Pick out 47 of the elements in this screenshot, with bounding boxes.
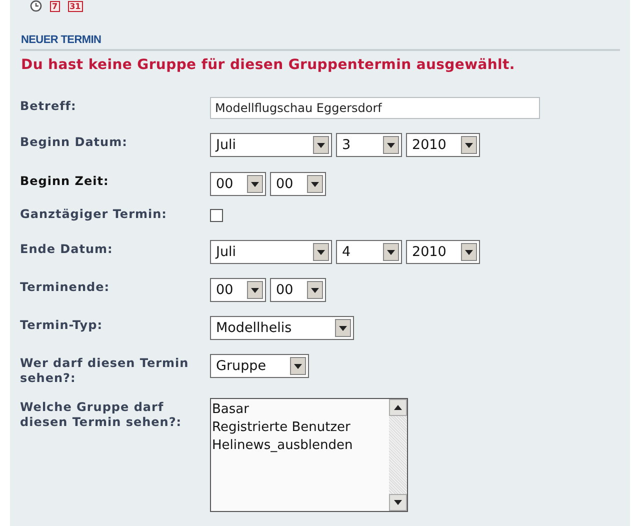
caret-icon [311,182,319,186]
scrollbar[interactable] [389,399,407,511]
list-option[interactable]: Helinews_ausblenden [212,437,388,455]
checkbox[interactable] [210,209,223,222]
caret-icon [317,142,325,148]
calendar-icon[interactable]: 7 [50,0,60,12]
list-option[interactable]: Basar [212,401,388,419]
dropdown[interactable]: Modellhelis [210,316,354,340]
caret-icon [465,142,473,148]
caret-icon [394,405,402,410]
calendar-icon[interactable]: 31 [68,0,83,12]
field-label: Termin-Typ: [20,317,104,333]
caret-icon [294,364,302,368]
caret-icon [387,250,395,254]
field-label: Terminende: [20,279,111,295]
field-label: Welche Gruppe darf diesen Termin sehen?: [20,399,183,430]
error-message: Du hast keine Gruppe für diesen Gruppentermin ausgewählt. [21,57,516,73]
caret-icon [394,500,402,505]
dropdown[interactable]: 00 [210,278,266,302]
dropdown[interactable]: 2010 [406,133,480,157]
caret-icon [251,288,259,292]
list-option[interactable]: Registrierte Benutzer [212,419,388,437]
field-label: Beginn Zeit: [20,173,110,189]
caret-icon [251,182,259,186]
dropdown[interactable]: 2010 [406,240,480,264]
field-label: Ganztägiger Termin: [20,206,168,222]
caret-icon [317,250,325,254]
clock-icon[interactable] [30,0,42,12]
caret-icon [387,142,395,148]
dropdown[interactable]: 4 [336,240,402,264]
subject-field[interactable]: Modellflugschau Eggersdorf [210,97,540,119]
field-label: Wer darf diesen Termin sehen?: [20,355,190,386]
dropdown[interactable]: 00 [210,172,266,196]
field-label: Beginn Datum: [20,134,128,150]
group-listbox[interactable]: Basar Registrierte Benutzer Helinews_ausblenden [210,398,408,512]
dropdown[interactable]: Gruppe [210,354,309,378]
caret-icon [339,326,347,330]
dropdown[interactable]: 00 [270,172,326,196]
field-label: Betreff: [20,98,78,114]
dropdown[interactable]: Juli [210,133,332,157]
dropdown[interactable]: 00 [270,278,326,302]
caret-icon [465,250,473,254]
field-label: Ende Datum: [20,241,114,257]
dropdown[interactable]: Juli [210,240,332,264]
dropdown[interactable]: 3 [336,133,402,157]
caret-icon [311,288,319,292]
section-title: NEUER TERMIN [20,34,620,51]
